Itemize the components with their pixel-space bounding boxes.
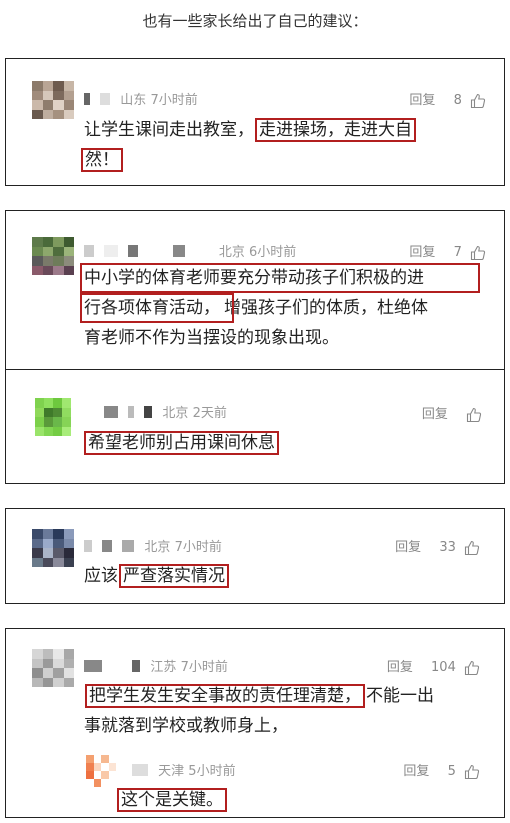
avatar[interactable]	[32, 649, 74, 687]
comment-text-plain: 育老师不作为当摆设的现象出现。	[84, 328, 339, 348]
thumbs-up-icon[interactable]	[470, 245, 486, 261]
comment-meta: 天津 5小时前	[132, 760, 236, 780]
avatar[interactable]	[86, 755, 116, 787]
comment-location: 天津	[158, 764, 185, 779]
comment-time: 2天前	[192, 406, 227, 421]
reply-button[interactable]: 回复	[409, 93, 435, 108]
comment-highlight: 希望老师别占用课间休息	[84, 431, 279, 455]
comment-text: 这个是关键。	[116, 785, 416, 815]
comment-text-plain: 事就落到学校或教师身上，	[84, 716, 288, 736]
reply-button[interactable]: 回复	[387, 660, 413, 675]
comment-highlight: 把学生发生安全事故的责任理清楚，	[85, 684, 365, 708]
comment-location: 山东	[120, 93, 147, 108]
comment-text-plain: 不能一出	[366, 686, 434, 706]
comment-location: 北京	[218, 245, 245, 260]
comment-highlight: 中小学的体育老师要充分带动孩子们积极的进	[84, 268, 424, 288]
comment-meta: 北京 7小时前	[84, 536, 222, 556]
comment-location: 北京	[144, 540, 171, 555]
comment-time: 6小时前	[249, 245, 297, 260]
blurred-username	[132, 763, 148, 776]
comment-time: 7小时前	[174, 540, 222, 555]
comment-text-plain: 应该	[84, 566, 118, 586]
blurred-username	[104, 244, 119, 257]
like-count: 5	[447, 764, 456, 779]
comment-card: 山东 7小时前 回复 8 让学生课间走出教室， 走进操场，走进大自 然！	[5, 58, 505, 186]
like-count: 8	[453, 93, 462, 108]
blurred-username	[100, 92, 111, 105]
comment-actions: 回复 33	[395, 536, 480, 556]
comment-location: 江苏	[150, 660, 177, 675]
comment-actions: 回复 7	[409, 241, 486, 261]
avatar[interactable]	[32, 237, 74, 275]
comment-time: 7小时前	[180, 660, 228, 675]
comment-card: 江苏 7小时前 回复 104 把学生发生安全事故的责任理清楚， 不能一出 事就落到…	[5, 628, 505, 818]
comment-text-plain: 增强孩子们的体质，杜绝体	[224, 298, 428, 318]
comment-location: 北京	[162, 406, 189, 421]
blurred-username	[112, 659, 123, 672]
comment-text: 让学生课间走出教室， 走进操场，走进大自 然！	[81, 115, 484, 175]
comment-highlight: 严查落实情况	[119, 564, 229, 588]
blurred-username	[172, 244, 185, 257]
thumbs-up-icon[interactable]	[464, 764, 480, 780]
like-count: 104	[431, 660, 456, 675]
blurred-username	[128, 244, 139, 257]
intro-text: 也有一些家长给出了自己的建议：	[142, 12, 368, 30]
reply-button[interactable]: 回复	[409, 245, 435, 260]
blurred-username	[102, 539, 113, 552]
card-divider	[5, 369, 505, 370]
comment-text: 应该 严查落实情况	[84, 561, 484, 591]
blurred-username	[132, 659, 141, 672]
comment-actions: 回复 5	[403, 760, 480, 780]
thumbs-up-icon[interactable]	[466, 407, 482, 423]
comment-meta: 山东 7小时前	[84, 89, 198, 109]
blurred-username	[122, 539, 135, 552]
avatar[interactable]	[35, 398, 71, 436]
blurred-username	[84, 92, 90, 105]
comment-meta: 北京 6小时前	[84, 241, 296, 261]
blurred-username	[84, 539, 92, 552]
comment-highlight: 行各项体育活动，	[84, 298, 220, 318]
blurred-username	[104, 405, 118, 418]
comment-meta: 江苏 7小时前	[84, 656, 228, 676]
blurred-username	[194, 244, 209, 257]
blurred-username	[148, 244, 163, 257]
comment-actions: 回复	[422, 403, 482, 423]
like-count: 33	[439, 540, 456, 555]
blurred-username	[84, 659, 102, 672]
comment-text: 中小学的体育老师要充分带动孩子们积极的进 行各项体育活动， 增强孩子们的体质，杜绝…	[84, 263, 484, 353]
like-count: 7	[453, 245, 462, 260]
comment-highlight: 走进操场，走进大自	[255, 118, 416, 142]
avatar[interactable]	[32, 81, 74, 119]
thumbs-up-icon[interactable]	[464, 660, 480, 676]
comment-text: 把学生发生安全事故的责任理清楚， 不能一出 事就落到学校或教师身上，	[84, 681, 484, 741]
comment-time: 7小时前	[150, 93, 198, 108]
reply-button[interactable]: 回复	[395, 540, 421, 555]
comment-text-plain: 让学生课间走出教室，	[84, 120, 254, 140]
comment-time: 5小时前	[188, 764, 236, 779]
blurred-username	[144, 405, 153, 418]
comment-actions: 回复 8	[409, 89, 486, 109]
thumbs-up-icon[interactable]	[470, 93, 486, 109]
thumbs-up-icon[interactable]	[464, 540, 480, 556]
avatar[interactable]	[32, 529, 74, 567]
comment-highlight: 然！	[81, 148, 123, 172]
comment-card: 北京 7小时前 回复 33 应该 严查落实情况	[5, 508, 505, 604]
comment-highlight: 这个是关键。	[117, 788, 227, 812]
blurred-username	[84, 244, 94, 257]
blurred-username	[128, 405, 135, 418]
comment-meta: 北京 2天前	[104, 402, 227, 422]
comment-actions: 回复 104	[387, 656, 480, 676]
reply-button[interactable]: 回复	[403, 764, 429, 779]
comment-text: 希望老师别占用课间休息	[83, 428, 383, 458]
reply-button[interactable]: 回复	[422, 407, 448, 422]
